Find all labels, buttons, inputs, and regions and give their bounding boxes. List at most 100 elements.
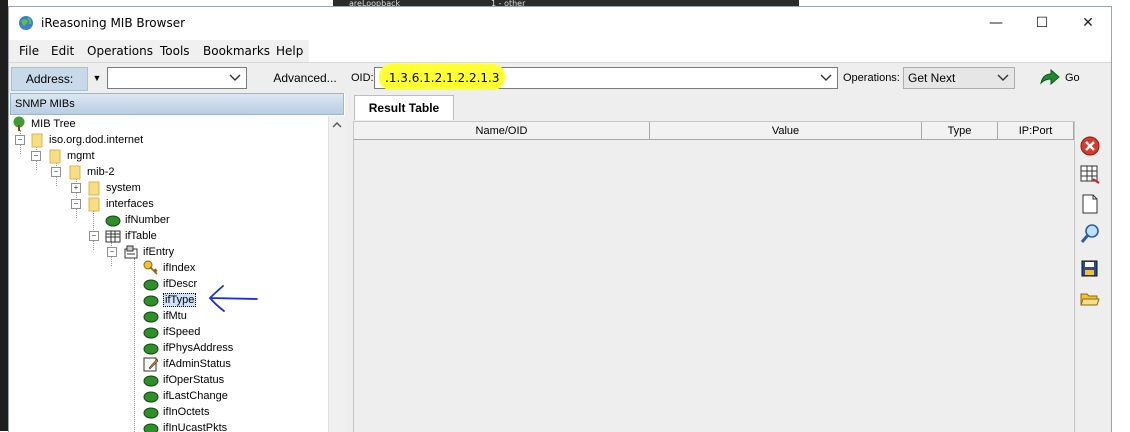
tree-scrollbar[interactable] bbox=[328, 116, 345, 432]
tree-node-ifoperstatus[interactable]: ifOperStatus bbox=[143, 372, 224, 388]
tree-node-label: ifSpeed bbox=[163, 326, 201, 338]
scroll-up-icon[interactable] bbox=[329, 118, 345, 132]
tree-node-ifphysaddress[interactable]: ifPhysAddress bbox=[143, 340, 233, 356]
minimize-button[interactable]: — bbox=[973, 7, 1019, 39]
toolbar: Address: ▼ Advanced... OID: .1.3.6.1.2.1… bbox=[9, 62, 1111, 94]
entry-icon bbox=[124, 245, 138, 259]
close-button[interactable]: ✕ bbox=[1065, 7, 1111, 39]
oid-label: OID: bbox=[351, 72, 374, 84]
advanced-button[interactable]: Advanced... bbox=[264, 67, 346, 89]
table-icon bbox=[105, 230, 121, 243]
tree-node-label: ifLastChange bbox=[163, 390, 228, 402]
column-header-name-oid[interactable]: Name/OID bbox=[354, 122, 650, 140]
folder-icon bbox=[31, 133, 43, 148]
menu-bookmarks[interactable]: Bookmarks bbox=[203, 44, 270, 58]
tree-node-label: ifDescr bbox=[163, 278, 198, 290]
tree-node-label: ifMtu bbox=[163, 310, 187, 322]
column-header-ip-port[interactable]: IP:Port bbox=[998, 122, 1074, 140]
tree-node-iftype[interactable]: ifType bbox=[143, 292, 197, 308]
leaf-icon bbox=[143, 327, 159, 339]
operations-label: Operations: bbox=[843, 72, 900, 84]
tree-node-label: interfaces bbox=[106, 198, 154, 210]
tree-node-ifinoctets[interactable]: ifInOctets bbox=[143, 404, 209, 420]
chevron-down-icon bbox=[997, 74, 1009, 81]
tree-node-label: ifAdminStatus bbox=[163, 358, 231, 370]
go-button[interactable]: Go bbox=[1039, 67, 1089, 89]
collapse-toggle[interactable]: − bbox=[31, 151, 41, 161]
delete-icon[interactable] bbox=[1079, 135, 1101, 157]
maximize-button[interactable]: ☐ bbox=[1019, 7, 1065, 39]
tree-node-ifinucastpkts[interactable]: ifInUcastPkts bbox=[143, 420, 227, 432]
leaf-icon bbox=[143, 423, 159, 432]
tree-node-label: mib-2 bbox=[87, 166, 115, 178]
leaf-icon bbox=[143, 391, 159, 403]
operations-value: Get Next bbox=[908, 71, 956, 85]
tree-node-label: ifEntry bbox=[143, 246, 175, 258]
menu-file[interactable]: File bbox=[19, 44, 39, 58]
tree-node-ifnumber[interactable]: ifNumber bbox=[105, 212, 170, 228]
result-panel: Result Table Name/OID Value Type IP:Port bbox=[349, 93, 1111, 432]
column-header-value[interactable]: Value bbox=[650, 122, 922, 140]
tree-node-ifadminstatus[interactable]: ifAdminStatus bbox=[143, 356, 231, 372]
tree-node-ifindex[interactable]: ifIndex bbox=[143, 260, 195, 276]
leaf-icon bbox=[143, 311, 159, 323]
expand-toggle[interactable]: + bbox=[71, 183, 81, 193]
title-bar: iReasoning MIB Browser — ☐ ✕ bbox=[9, 7, 1111, 39]
writable-leaf-icon bbox=[143, 357, 159, 372]
find-icon[interactable] bbox=[1079, 223, 1101, 245]
tree-node-ifspeed[interactable]: ifSpeed bbox=[143, 324, 200, 340]
operations-select[interactable]: Get Next bbox=[903, 67, 1015, 89]
menu-bar-filler bbox=[309, 40, 1111, 62]
tree-connector bbox=[134, 258, 135, 432]
tree-node-mgmt[interactable]: mgmt bbox=[47, 148, 95, 164]
tree-node-ifentry[interactable]: ifEntry bbox=[123, 244, 174, 260]
save-icon[interactable] bbox=[1079, 257, 1101, 279]
tree-node-label: ifInOctets bbox=[163, 406, 210, 418]
leaf-icon bbox=[143, 295, 159, 307]
tree-node-iflastchange[interactable]: ifLastChange bbox=[143, 388, 228, 404]
menu-help[interactable]: Help bbox=[276, 44, 303, 58]
go-arrow-icon bbox=[1040, 69, 1060, 86]
tree-node-label: MIB Tree bbox=[31, 118, 76, 130]
tree-node-mib-2[interactable]: mib-2 bbox=[67, 164, 115, 180]
folder-icon bbox=[49, 149, 61, 164]
collapse-toggle[interactable]: − bbox=[89, 231, 99, 241]
collapse-toggle[interactable]: − bbox=[51, 167, 61, 177]
desktop-background bbox=[0, 0, 8, 431]
result-table[interactable]: Name/OID Value Type IP:Port bbox=[353, 121, 1075, 432]
tree-node-label: system bbox=[106, 182, 141, 194]
oid-combo[interactable]: .1.3.6.1.2.1.2.2.1.3 bbox=[374, 64, 838, 90]
chevron-down-icon bbox=[229, 74, 241, 81]
tree-node-iso[interactable]: iso.org.dod.internet bbox=[29, 132, 143, 148]
tree-icon bbox=[13, 116, 25, 131]
menu-edit[interactable]: Edit bbox=[51, 44, 74, 58]
collapse-toggle[interactable]: − bbox=[107, 247, 117, 257]
leaf-icon bbox=[105, 215, 121, 227]
tree-node-ifdescr[interactable]: ifDescr bbox=[143, 276, 197, 292]
tab-result-table[interactable]: Result Table bbox=[354, 95, 454, 120]
open-folder-icon[interactable] bbox=[1079, 287, 1101, 309]
tree-node-system[interactable]: system bbox=[86, 180, 141, 196]
collapse-toggle[interactable]: − bbox=[15, 135, 25, 145]
tree-node-iftable[interactable]: ifTable bbox=[105, 228, 157, 244]
address-combo[interactable] bbox=[107, 67, 247, 89]
mib-tree[interactable]: MIB Tree − iso.org.dod.internet − mgmt −… bbox=[9, 116, 329, 432]
address-button[interactable]: Address: bbox=[11, 67, 88, 91]
oid-value[interactable]: .1.3.6.1.2.1.2.2.1.3 bbox=[385, 71, 500, 85]
tree-node-label: iso.org.dod.internet bbox=[49, 134, 144, 146]
snmp-mibs-panel: SNMP MIBs MIB Tree − iso.org.dod.interne… bbox=[9, 93, 345, 432]
mib-browser-window: iReasoning MIB Browser — ☐ ✕ File Edit O… bbox=[8, 6, 1112, 432]
collapse-toggle[interactable]: − bbox=[71, 199, 81, 209]
table-view-icon[interactable] bbox=[1079, 163, 1101, 185]
address-dropdown-arrow[interactable]: ▼ bbox=[89, 67, 105, 89]
menu-operations[interactable]: Operations bbox=[87, 44, 153, 58]
document-icon[interactable] bbox=[1079, 193, 1101, 215]
menu-tools[interactable]: Tools bbox=[160, 44, 190, 58]
tree-node-label: mgmt bbox=[67, 150, 95, 162]
tree-connector bbox=[93, 210, 94, 250]
column-header-type[interactable]: Type bbox=[922, 122, 998, 140]
tree-node-mib-tree[interactable]: MIB Tree bbox=[11, 116, 76, 132]
tree-node-interfaces[interactable]: interfaces bbox=[86, 196, 154, 212]
leaf-icon bbox=[143, 279, 159, 291]
tree-node-ifmtu[interactable]: ifMtu bbox=[143, 308, 187, 324]
